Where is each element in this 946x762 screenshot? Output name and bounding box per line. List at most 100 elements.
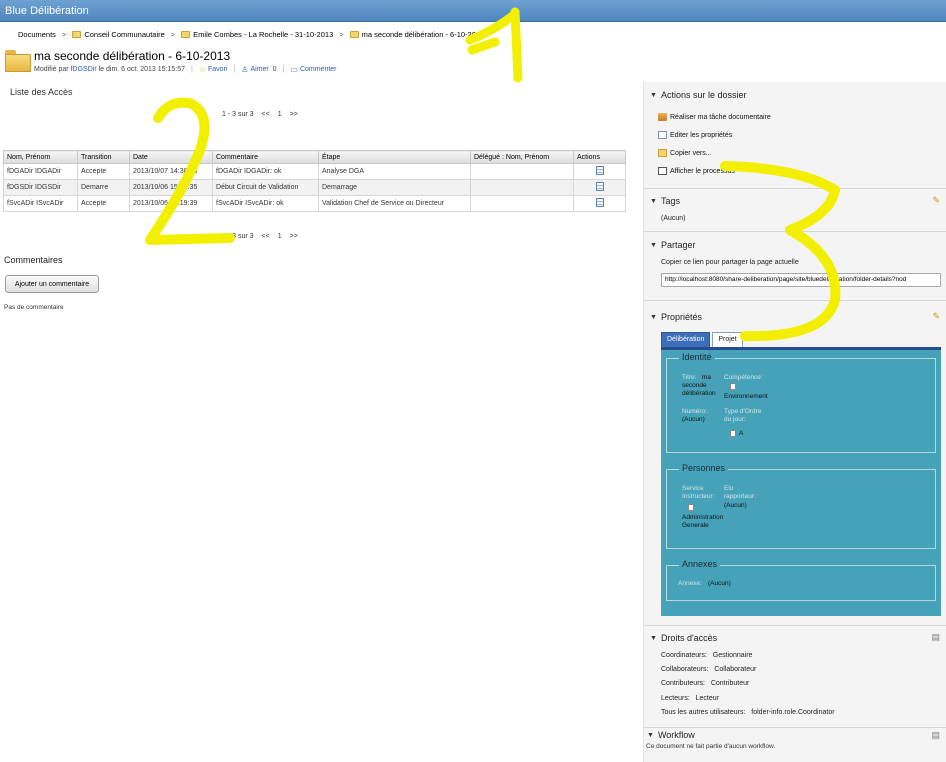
edit-properties-pencil-icon[interactable]: ✎ bbox=[932, 311, 940, 322]
col-delegate[interactable]: Délégué : Nom, Prénom bbox=[470, 150, 574, 164]
pager-first[interactable]: << bbox=[262, 233, 270, 240]
col-name[interactable]: Nom, Prénom bbox=[3, 150, 78, 164]
identite-legend: Identité bbox=[679, 352, 715, 362]
breadcrumb-item-documents[interactable]: Documents bbox=[18, 30, 56, 39]
type-label: Type d'Ordre du jour: bbox=[724, 408, 762, 423]
numero-label: Numéro: bbox=[682, 408, 707, 415]
actions-panel-title: Actions sur le dossier bbox=[660, 90, 747, 100]
breadcrumb-separator: > bbox=[170, 29, 176, 39]
tab-projet[interactable]: Projet bbox=[712, 332, 743, 347]
action-do-task[interactable]: Réaliser ma tâche documentaire bbox=[658, 113, 771, 121]
action-label[interactable]: Afficher le processus bbox=[670, 168, 735, 175]
col-step[interactable]: Étape bbox=[318, 150, 471, 164]
rights-row: Tous les autres utilisateurs: folder-inf… bbox=[661, 709, 835, 716]
rights-label: Coordinateurs: bbox=[661, 652, 707, 659]
tags-value: (Aucun) bbox=[661, 215, 686, 222]
cell bbox=[470, 179, 574, 196]
workflow-panel-header[interactable]: ▼ Workflow bbox=[647, 730, 695, 740]
collapse-triangle-icon[interactable]: ▼ bbox=[647, 732, 654, 739]
action-label[interactable]: Copier vers... bbox=[670, 150, 712, 157]
pager-next[interactable]: >> bbox=[290, 111, 298, 118]
view-details-icon[interactable] bbox=[595, 198, 604, 207]
cell: fSvcADir ISvcADir bbox=[3, 195, 78, 212]
cell bbox=[470, 163, 574, 180]
pager-range: 1 - 3 sur 3 bbox=[222, 233, 254, 240]
annexe-label: Annexe: bbox=[678, 580, 702, 587]
share-url-field[interactable]: http://localhost:8080/share-deliberation… bbox=[661, 273, 941, 287]
manage-permissions-icon[interactable]: ▤ bbox=[931, 632, 940, 643]
properties-panel-header[interactable]: ▼ Propriétés bbox=[650, 312, 702, 322]
like-link[interactable]: Aimer bbox=[250, 66, 268, 73]
collapse-triangle-icon[interactable]: ▼ bbox=[650, 635, 657, 642]
action-edit-properties[interactable]: Editer les propriétés bbox=[658, 131, 732, 139]
folder-large-icon bbox=[5, 50, 31, 72]
action-copy-to[interactable]: Copier vers... bbox=[658, 149, 712, 157]
no-comment-text: Pas de commentaire bbox=[4, 304, 64, 311]
action-label[interactable]: Editer les propriétés bbox=[670, 132, 732, 139]
col-date[interactable]: Date bbox=[129, 150, 213, 164]
tags-panel-title: Tags bbox=[660, 196, 680, 206]
action-show-process[interactable]: Afficher le processus bbox=[658, 167, 735, 175]
cell: Début Circuit de Validation bbox=[212, 179, 319, 196]
rights-value: Lecteur bbox=[695, 695, 719, 702]
add-comment-button[interactable]: Ajouter un commentaire bbox=[5, 275, 99, 293]
divider bbox=[644, 188, 946, 189]
comment-link[interactable]: Commenter bbox=[300, 66, 337, 73]
table-row: fDGADir IDGADir Accepte 2013/10/07 14:38… bbox=[3, 163, 626, 180]
service-label: Service Instructeur: bbox=[682, 485, 715, 500]
breadcrumb-link[interactable]: Emile Combes - La Rochelle - 31-10-2013 bbox=[193, 30, 333, 39]
elu-label: Elu rapporteur: bbox=[724, 485, 756, 500]
sidebar: ▼ Actions sur le dossier Réaliser ma tâc… bbox=[643, 82, 946, 762]
collapse-triangle-icon[interactable]: ▼ bbox=[650, 92, 657, 99]
cell: Accepte bbox=[77, 195, 130, 212]
pager-page[interactable]: 1 bbox=[278, 233, 282, 240]
cell: 2013/10/06 15:15:35 bbox=[129, 179, 213, 196]
breadcrumb-link[interactable]: Conseil Communautaire bbox=[84, 30, 164, 39]
share-panel-header[interactable]: ▼ Partager bbox=[650, 240, 695, 250]
view-details-icon[interactable] bbox=[595, 166, 604, 175]
share-instruction: Copier ce lien pour partager la page act… bbox=[661, 259, 799, 266]
rights-panel-title: Droits d'accès bbox=[660, 633, 718, 643]
breadcrumb-separator: > bbox=[339, 29, 344, 39]
collapse-triangle-icon[interactable]: ▼ bbox=[650, 242, 657, 249]
tab-deliberation[interactable]: Délibération bbox=[661, 332, 711, 347]
divider bbox=[644, 625, 946, 626]
action-label[interactable]: Réaliser ma tâche documentaire bbox=[670, 114, 771, 121]
document-icon bbox=[730, 430, 736, 437]
app-title: Blue Délibération bbox=[5, 5, 89, 17]
personnes-fieldset: Personnes Service Instructeur: Administr… bbox=[666, 463, 936, 549]
cell: Demarre bbox=[77, 179, 130, 196]
pager-page[interactable]: 1 bbox=[278, 111, 282, 118]
modified-date: le dim. 6 oct. 2013 15:15:57 bbox=[98, 66, 186, 73]
workflow-icon[interactable]: ▤ bbox=[931, 730, 940, 741]
divider bbox=[644, 300, 946, 301]
collapse-triangle-icon[interactable]: ▼ bbox=[650, 198, 657, 205]
pager-first[interactable]: << bbox=[262, 111, 270, 118]
competence-value: Environnement bbox=[724, 393, 768, 400]
col-comment[interactable]: Commentaire bbox=[212, 150, 319, 164]
competence-label: Compétence: bbox=[724, 374, 763, 381]
edit-properties-icon bbox=[658, 131, 667, 139]
properties-tabs: Délibération Projet bbox=[661, 332, 743, 347]
rights-value: Gestionnaire bbox=[712, 652, 753, 659]
cell: 2013/10/07 14:38:28 bbox=[129, 163, 213, 180]
tags-panel-header[interactable]: ▼ Tags bbox=[650, 196, 680, 206]
rights-panel-header[interactable]: ▼ Droits d'accès bbox=[650, 633, 717, 643]
breadcrumb-link[interactable]: Documents bbox=[18, 30, 56, 39]
favorite-link[interactable]: Favori bbox=[208, 66, 227, 73]
cell: fDGSDir IDGSDir bbox=[3, 179, 78, 196]
pager-next[interactable]: >> bbox=[290, 233, 298, 240]
annexes-legend: Annexes bbox=[679, 559, 721, 569]
workflow-panel-title: Workflow bbox=[657, 730, 695, 740]
modifier-link[interactable]: fDGSDir bbox=[71, 66, 97, 73]
collapse-triangle-icon[interactable]: ▼ bbox=[650, 314, 657, 321]
access-table: Nom, Prénom Transition Date Commentaire … bbox=[3, 150, 626, 212]
actions-panel-header[interactable]: ▼ Actions sur le dossier bbox=[650, 90, 746, 100]
col-transition[interactable]: Transition bbox=[77, 150, 130, 164]
edit-tags-pencil-icon[interactable]: ✎ bbox=[932, 195, 940, 206]
rights-row: Collaborateurs: Collaborateur bbox=[661, 666, 756, 673]
view-details-icon[interactable] bbox=[595, 182, 604, 191]
rights-value: folder-info.role.Coordinator bbox=[751, 709, 835, 716]
pager-range: 1 - 3 sur 3 bbox=[222, 111, 254, 118]
annexe-value: (Aucun) bbox=[708, 580, 731, 587]
